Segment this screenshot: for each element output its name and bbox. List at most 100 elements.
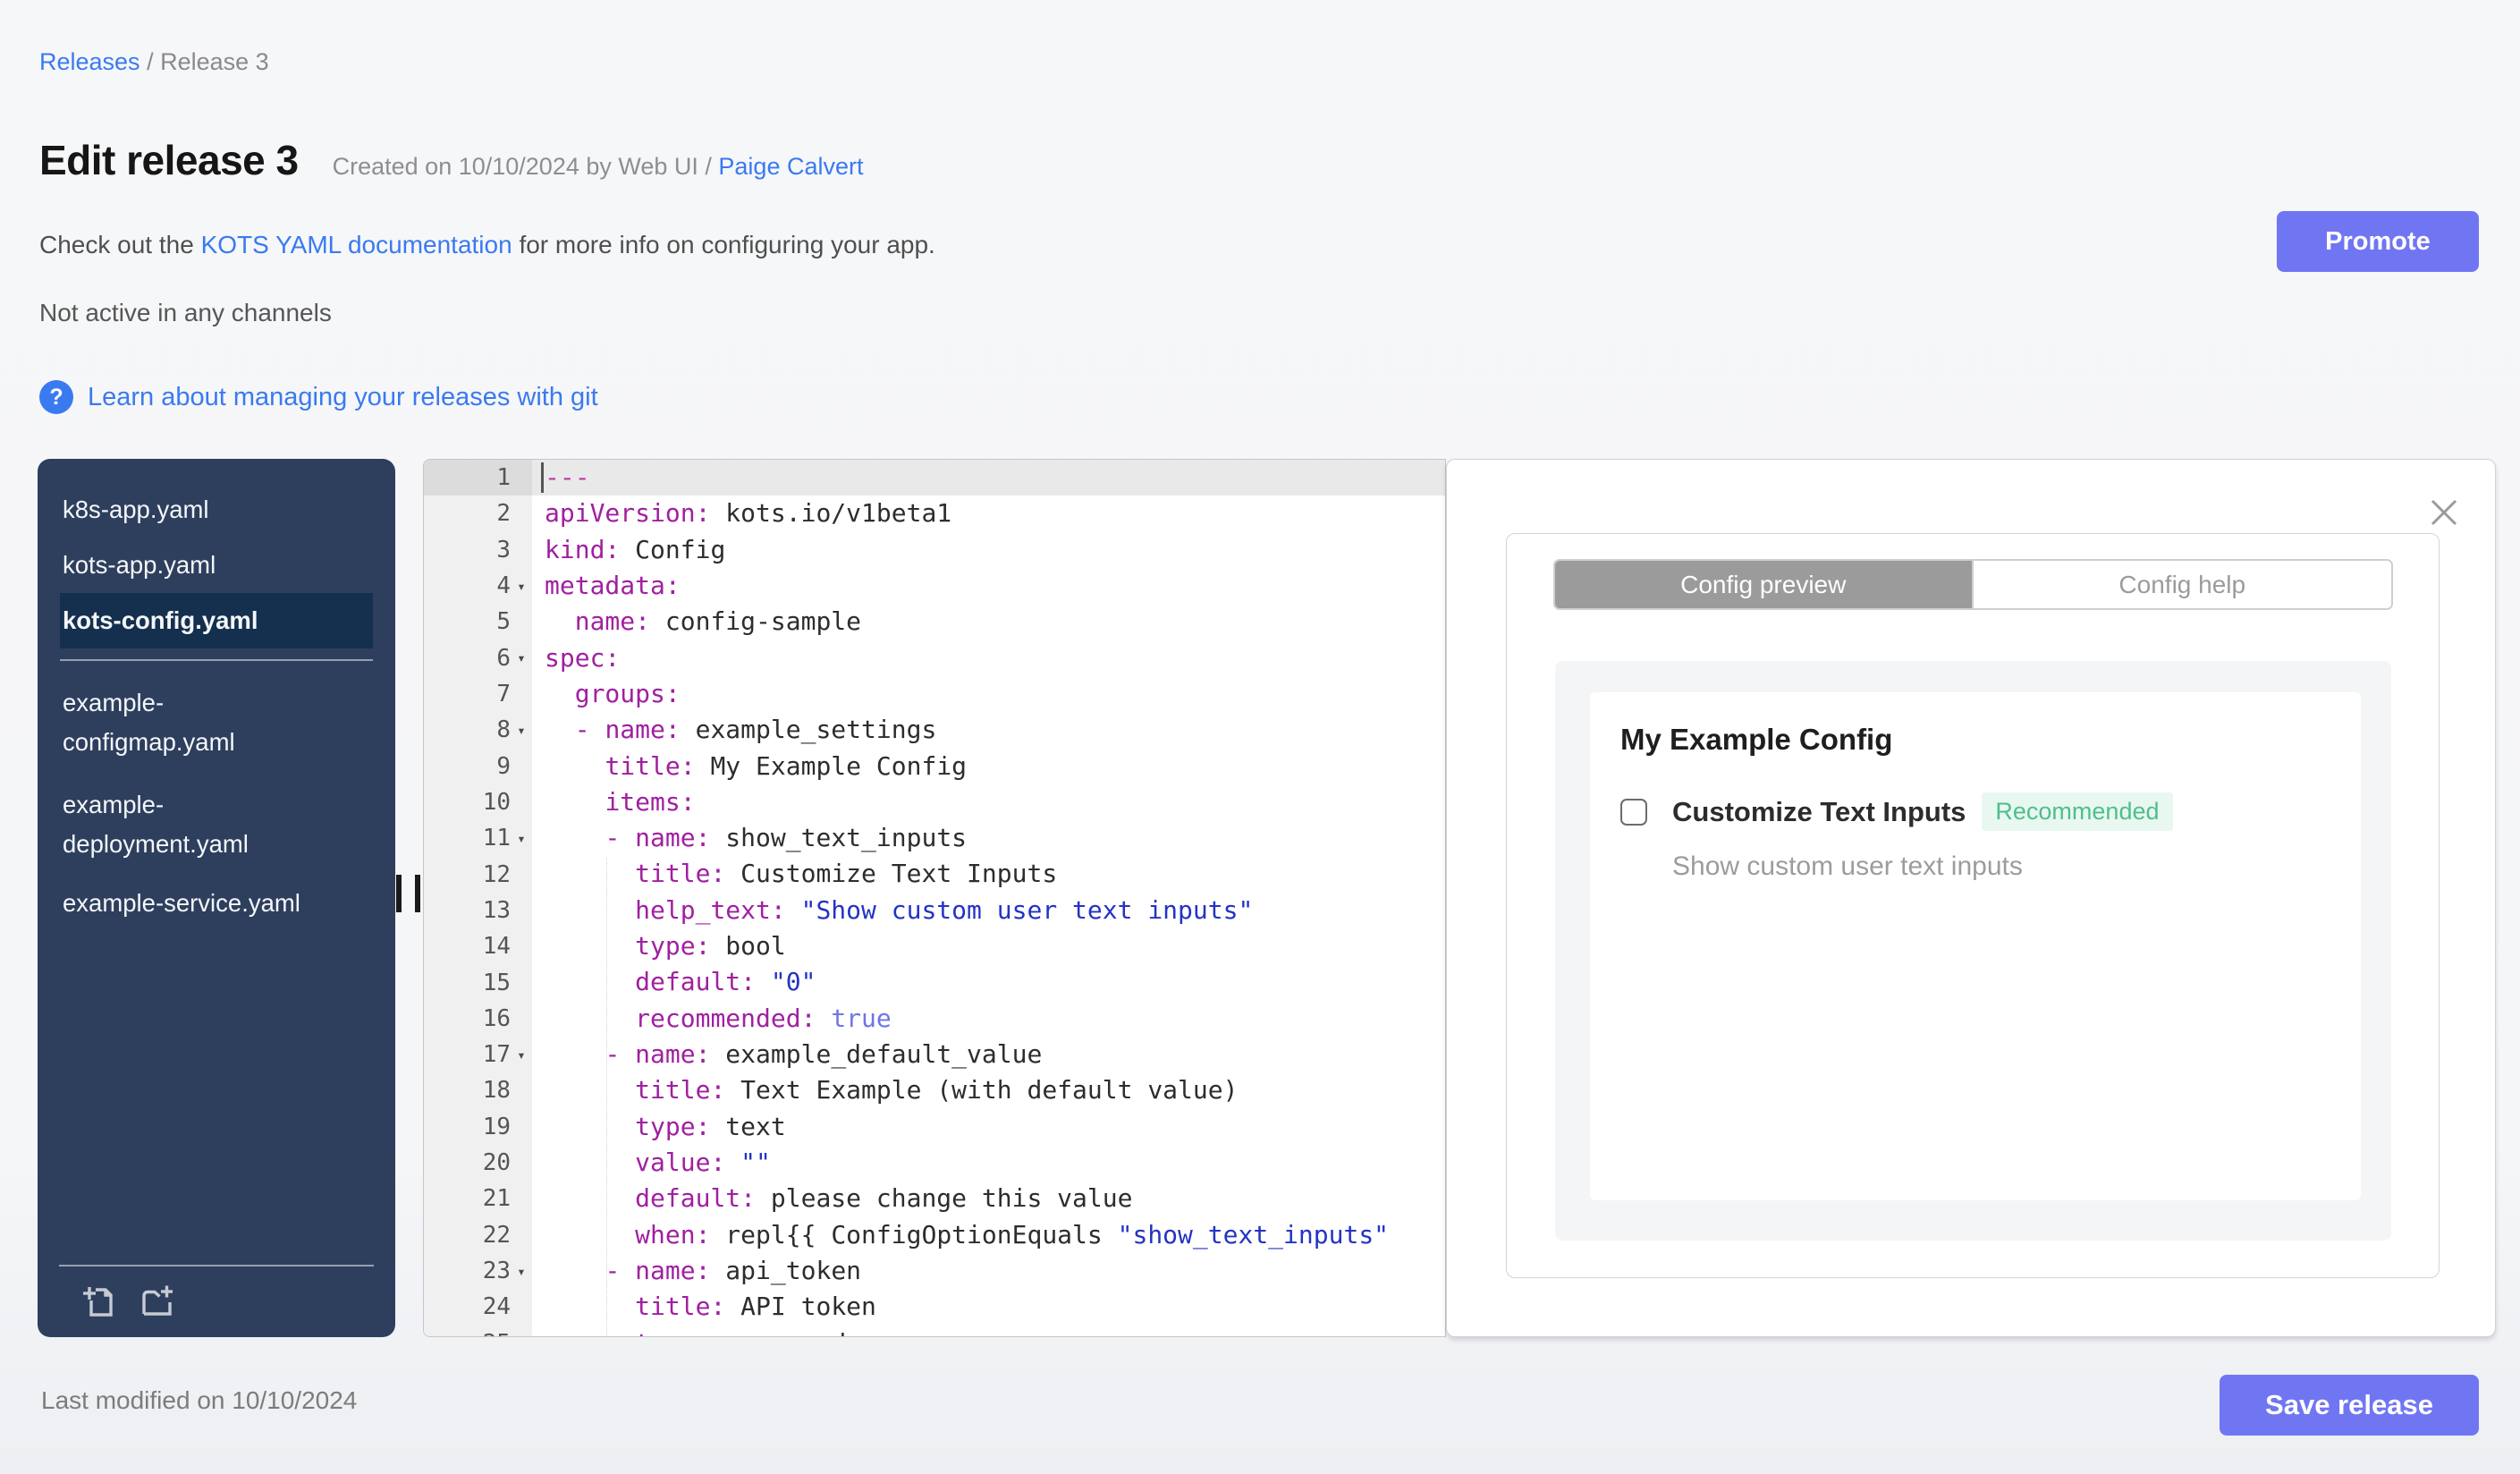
yaml-code-editor[interactable]: 1 --- 2 apiVersion: kots.io/v1beta1 3 kind: C… [423,459,1446,1337]
created-by-link[interactable]: Paige Calvert [718,153,863,180]
tab-config-preview[interactable]: Config preview [1554,561,1972,608]
code-text: title: Customize Text Inputs [635,859,1058,889]
editor-line-23[interactable]: 23 ▾ - name: api_token [424,1252,1445,1290]
editor-line-21[interactable]: 21 default: please change this value [424,1181,1445,1217]
line-number: 22 [482,1221,511,1249]
tab-config-help[interactable]: Config help [1972,561,2391,608]
code-text: title: Text Example (with default value) [635,1075,1239,1106]
editor-line-14[interactable]: 14 type: bool [424,928,1445,965]
line-number: 6 [496,644,511,672]
code-text: spec: [545,642,621,673]
line-number: 18 [482,1077,511,1105]
editor-line-9[interactable]: 9 title: My Example Config [424,748,1445,784]
breadcrumb-current: Release 3 [160,48,269,75]
gutter-cell: 11 ▾ [424,820,532,857]
editor-line-25[interactable]: 25 type: password [424,1325,1445,1336]
line-number: 15 [482,969,511,996]
git-releases-help-link[interactable]: Learn about managing your releases with … [88,383,598,412]
sidebar-file-kots-app.yaml[interactable]: kots-app.yaml [60,538,373,593]
sidebar-file-kots-config.yaml[interactable]: kots-config.yaml [60,593,373,648]
config-preview-card: Config preview Config help My Example Con… [1506,533,2440,1278]
close-icon[interactable] [2429,497,2459,528]
code-text: default: please change this value [635,1183,1133,1214]
breadcrumb: Releases / Release 3 [39,48,269,76]
created-text: Created on 10/10/2024 by Web UI / [332,153,719,180]
fold-arrow-icon[interactable]: ▾ [511,578,532,595]
editor-line-17[interactable]: 17 ▾ - name: example_default_value [424,1037,1445,1073]
doc-hint: Check out the KOTS YAML documentation fo… [39,231,935,259]
line-number: 4 [496,572,511,600]
editor-line-7[interactable]: 7 groups: [424,675,1445,713]
line-number: 25 [424,1330,511,1336]
gutter-cell: 5 [424,604,532,640]
editor-line-15[interactable]: 15 default: "0" [424,964,1445,1001]
editor-line-1[interactable]: 1 --- [424,460,1445,496]
editor-line-2[interactable]: 2 apiVersion: kots.io/v1beta1 [424,496,1445,532]
kots-yaml-doc-link[interactable]: KOTS YAML documentation [201,231,512,258]
gutter-cell: 9 [424,748,532,784]
line-number: 24 [482,1293,511,1321]
file-list: k8s-app.yaml kots-app.yaml kots-config.yam… [38,459,395,931]
line-number: 13 [482,896,511,924]
gutter-cell: 25 [424,1325,532,1336]
gutter-cell: 8 ▾ [424,712,532,749]
fold-arrow-icon[interactable]: ▾ [511,830,532,847]
editor-line-4[interactable]: 4 ▾ metadata: [424,567,1445,605]
editor-resize-handle-left[interactable] [396,875,420,912]
line-number: 17 [482,1041,511,1069]
config-preview-area: My Example Config Customize Text Inputs … [1555,661,2391,1241]
customize-text-inputs-checkbox[interactable] [1620,798,1647,826]
breadcrumb-releases-link[interactable]: Releases [39,48,140,75]
editor-line-16[interactable]: 16 recommended: true [424,1000,1445,1037]
line-number: 21 [482,1185,511,1213]
gutter-cell: 22 [424,1216,532,1253]
code-text: help_text: "Show custom user text inputs… [635,894,1254,925]
editor-line-5[interactable]: 5 name: config-sample [424,604,1445,640]
breadcrumb-separator: / [140,48,161,75]
gutter-cell: 20 [424,1144,532,1182]
editor-line-18[interactable]: 18 title: Text Example (with default val… [424,1072,1445,1109]
fold-arrow-icon[interactable]: ▾ [511,722,532,739]
editor-line-8[interactable]: 8 ▾ - name: example_settings [424,712,1445,749]
editor-line-22[interactable]: 22 when: repl{{ ConfigOptionEquals "show… [424,1216,1445,1253]
editor-line-12[interactable]: 12 title: Customize Text Inputs [424,856,1445,893]
editor-line-19[interactable]: 19 type: text [424,1108,1445,1145]
file-label: deployment.yaml [63,830,249,858]
editor-line-20[interactable]: 20 value: "" [424,1144,1445,1182]
promote-button[interactable]: Promote [2277,211,2479,272]
config-item-help-text: Show custom user text inputs [1672,851,2023,881]
code-text: - name: show_text_inputs [605,823,968,853]
code-text: items: [605,786,696,817]
editor-line-3[interactable]: 3 kind: Config [424,531,1445,568]
gutter-cell: 12 [424,856,532,893]
sidebar-file-example-service.yaml[interactable]: example-service.yaml [60,876,373,931]
file-label: kots-config.yaml [63,606,258,634]
add-file-icon[interactable] [79,1281,120,1322]
line-number: 12 [482,860,511,888]
line-number: 2 [496,500,511,528]
line-number: 14 [482,933,511,961]
help-icon[interactable]: ? [39,380,73,414]
add-folder-icon[interactable] [136,1281,177,1322]
fold-arrow-icon[interactable]: ▾ [511,1263,532,1280]
fold-arrow-icon[interactable]: ▾ [511,649,532,666]
editor-line-24[interactable]: 24 title: API token [424,1289,1445,1326]
sidebar-file-k8s-app.yaml[interactable]: k8s-app.yaml [60,482,373,538]
file-sidebar: k8s-app.yaml kots-app.yaml kots-config.yam… [38,459,395,1337]
editor-line-10[interactable]: 10 items: [424,784,1445,821]
editor-line-11[interactable]: 11 ▾ - name: show_text_inputs [424,820,1445,857]
editor-line-6[interactable]: 6 ▾ spec: [424,640,1445,676]
code-text: groups: [574,678,681,708]
gutter-cell: 13 [424,892,532,929]
gutter-cell: 19 [424,1108,532,1145]
sidebar-file-example-deployment.yaml[interactable]: example-deployment.yaml [60,774,373,876]
line-number: 23 [482,1258,511,1285]
save-release-button[interactable]: Save release [2220,1375,2479,1436]
fold-arrow-icon[interactable]: ▾ [511,1046,532,1063]
gutter-cell: 24 [424,1289,532,1326]
code-text: when: repl{{ ConfigOptionEquals "show_te… [635,1219,1390,1250]
sidebar-file-example-configmap.yaml[interactable]: example-configmap.yaml [60,672,373,774]
gutter-cell: 17 ▾ [424,1037,532,1073]
editor-line-13[interactable]: 13 help_text: "Show custom user text inp… [424,892,1445,929]
gutter-cell: 6 ▾ [424,640,532,676]
